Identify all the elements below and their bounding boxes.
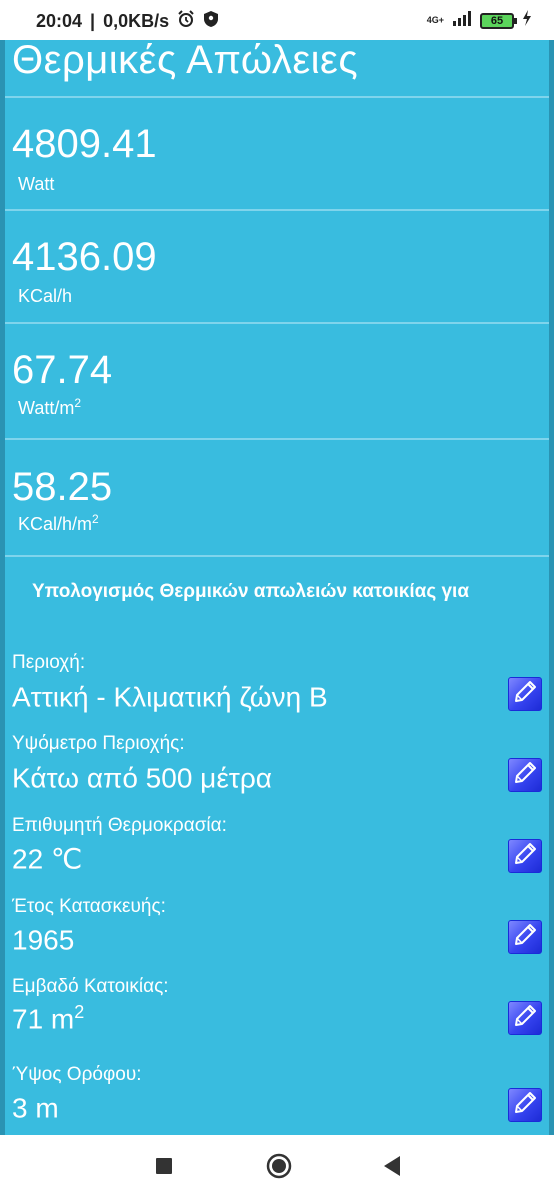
- pencil-icon: [512, 760, 538, 791]
- status-left: 20:04 | 0,0KB/s: [36, 10, 219, 33]
- result-value-watt-per-m2: 67.74: [12, 348, 113, 392]
- result-value-kcal-per-m2: 58.25: [12, 465, 113, 509]
- field-label-region: Περιοχή:: [12, 652, 86, 673]
- square-icon: [155, 1157, 173, 1180]
- field-value-region: Αττική - Κλιματική ζώνη Β: [12, 681, 328, 713]
- status-separator: |: [90, 11, 96, 31]
- pencil-icon: [512, 922, 538, 953]
- divider: [5, 438, 549, 440]
- frame-border-left: [0, 40, 5, 1135]
- network-type: 4G+: [426, 15, 444, 25]
- pencil-icon: [512, 841, 538, 872]
- field-label-area: Εμβαδό Κατοικίας:: [12, 976, 169, 997]
- field-label-altitude: Υψόμετρο Περιοχής:: [12, 733, 185, 754]
- section-heading: Υπολογισμός Θερμικών απωλειών κατοικίας …: [32, 581, 470, 602]
- edit-region-button[interactable]: [508, 677, 542, 711]
- edit-temperature-button[interactable]: [508, 839, 542, 873]
- result-unit-kcal-per-m2: KCal/h/m2: [18, 512, 99, 534]
- battery-icon: 65: [480, 12, 517, 29]
- divider: [5, 322, 549, 324]
- result-value-watt: 4809.41: [12, 122, 157, 166]
- field-label-temperature: Επιθυμητή Θερμοκρασία:: [12, 815, 227, 836]
- field-value-temperature: 22 ℃: [12, 843, 83, 875]
- status-time: 20:04: [36, 11, 83, 31]
- result-value-kcal: 4136.09: [12, 235, 157, 279]
- result-unit-kcal: KCal/h: [18, 286, 73, 306]
- field-value-construction-year: 1965: [12, 924, 75, 956]
- result-unit-watt-per-m2: Watt/m2: [18, 396, 82, 418]
- triangle-back-icon: [382, 1155, 402, 1182]
- alarm-icon: [177, 10, 195, 33]
- recents-button[interactable]: [146, 1153, 182, 1183]
- divider: [5, 96, 549, 98]
- charging-icon: [522, 10, 532, 31]
- shield-icon: [203, 10, 219, 33]
- edit-area-button[interactable]: [508, 1001, 542, 1035]
- field-value-altitude: Κάτω από 500 μέτρα: [12, 762, 272, 794]
- navigation-bar: [0, 1135, 554, 1200]
- status-right: 4G+ 65: [427, 10, 532, 31]
- app-content: Θερμικές Απώλειες 4809.41 Watt 4136.09 K…: [0, 40, 554, 1135]
- edit-floor-height-button[interactable]: [508, 1088, 542, 1122]
- frame-border-right: [549, 40, 554, 1135]
- home-button[interactable]: [260, 1149, 298, 1187]
- battery-level: 65: [490, 14, 504, 27]
- edit-construction-year-button[interactable]: [508, 920, 542, 954]
- field-value-floor-height: 3 m: [12, 1092, 59, 1124]
- field-label-construction-year: Έτος Κατασκευής:: [12, 896, 166, 917]
- edit-altitude-button[interactable]: [508, 758, 542, 792]
- result-unit-watt: Watt: [18, 174, 55, 194]
- status-speed: 0,0KB/s: [103, 11, 170, 31]
- back-button[interactable]: [374, 1153, 410, 1183]
- circle-icon: [265, 1152, 293, 1185]
- pencil-icon: [512, 1090, 538, 1121]
- field-label-floor-height: Ύψος Ορόφου:: [12, 1064, 142, 1085]
- signal-icon: [452, 10, 472, 31]
- divider: [5, 209, 549, 211]
- field-value-area: 71 m2: [12, 1002, 85, 1035]
- pencil-icon: [512, 1003, 538, 1034]
- page-title: Θερμικές Απώλειες: [12, 40, 359, 82]
- pencil-icon: [512, 679, 538, 710]
- status-bar: 20:04 | 0,0KB/s 4G+ 65: [0, 0, 554, 40]
- divider: [5, 555, 549, 557]
